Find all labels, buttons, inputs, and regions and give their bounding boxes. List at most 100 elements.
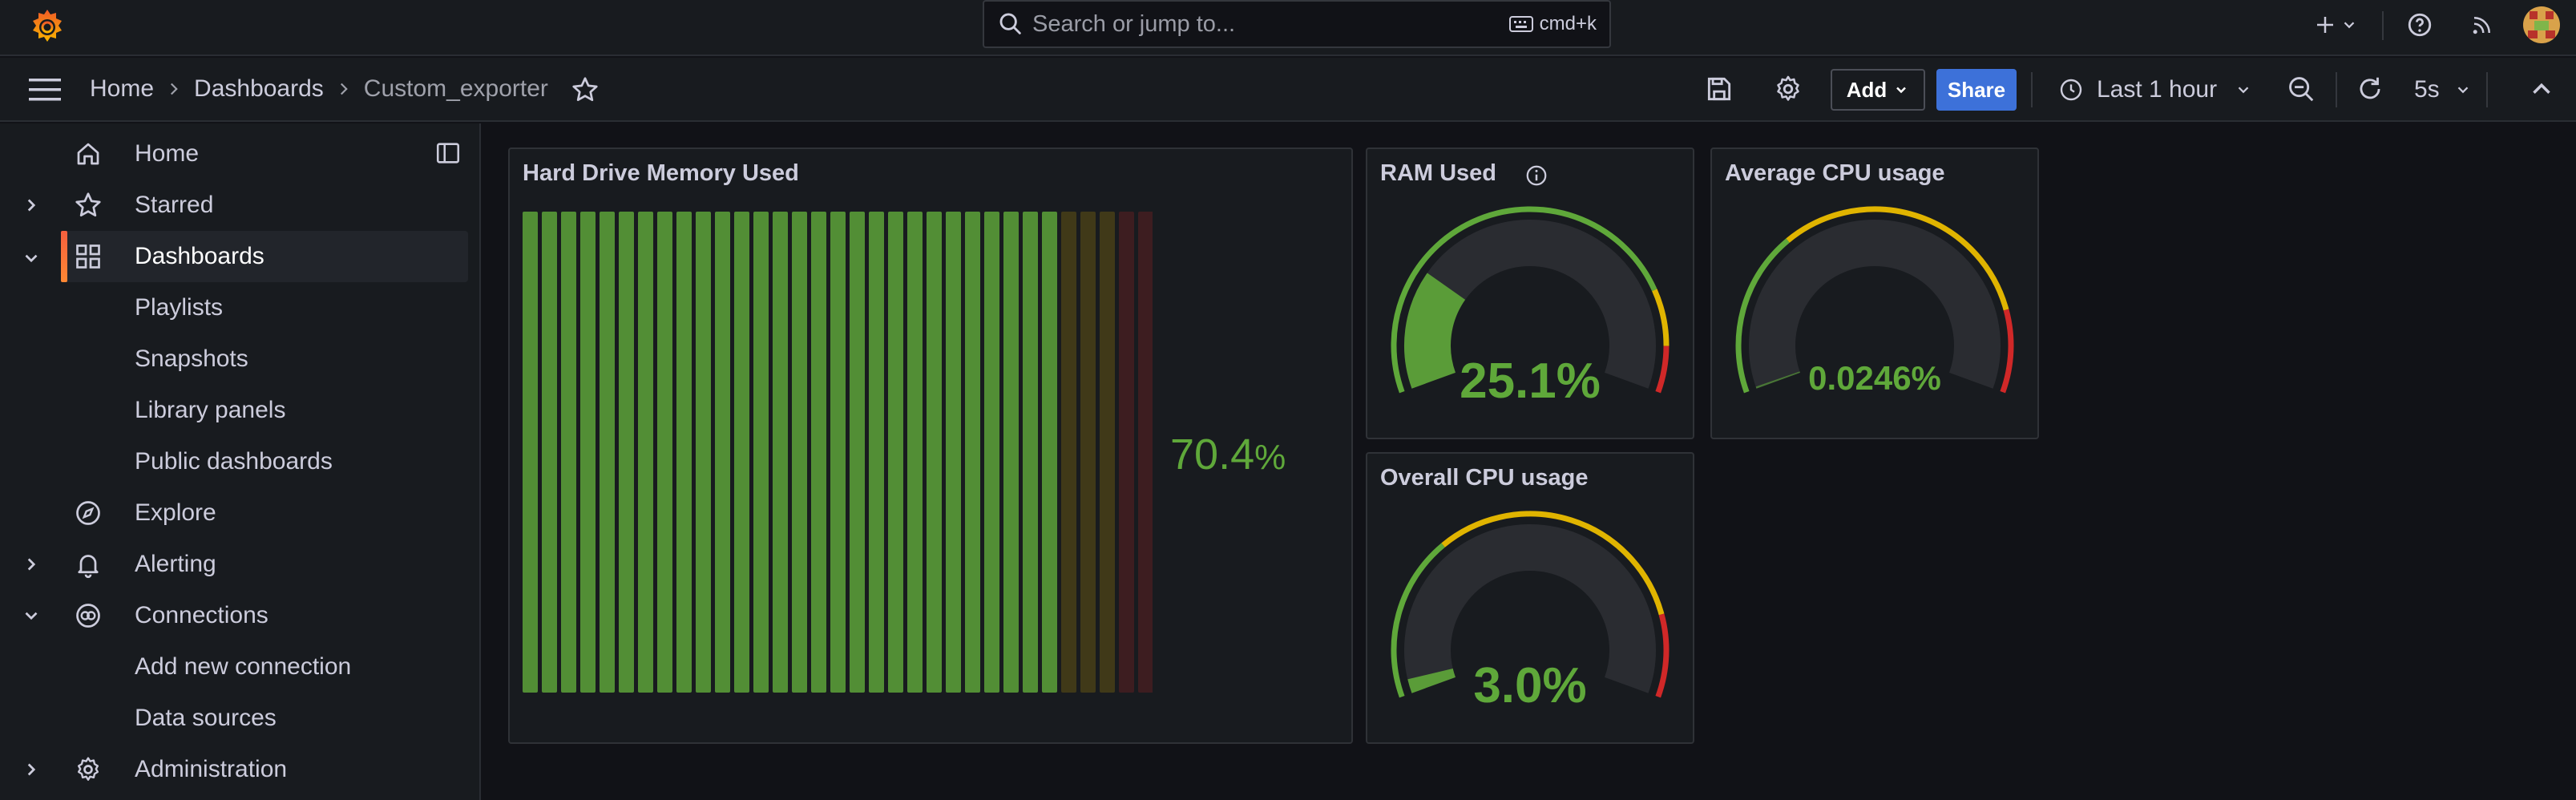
panel-ram-used[interactable]: RAM Used 25.1%: [1366, 147, 1694, 439]
sidebar-item-label: Home: [135, 140, 200, 167]
bar-gauge-segment: [1042, 212, 1057, 693]
gauge-value: 25.1%: [1460, 354, 1601, 409]
bar-gauge-segment: [946, 212, 961, 693]
bar-gauge-segment: [600, 212, 615, 693]
star-icon[interactable]: [571, 75, 600, 104]
bar-gauge-segment: [657, 212, 672, 693]
refresh-icon[interactable]: [2355, 74, 2385, 104]
help-button[interactable]: [2406, 0, 2433, 50]
time-range-label: Last 1 hour: [2097, 76, 2218, 103]
home-icon: [77, 143, 99, 165]
dashboard-nav-bar: Home Dashboards Custom_exporter Add Shar…: [0, 58, 2576, 122]
sidebar-item-label: Add new connection: [135, 653, 352, 680]
bar-gauge-segment: [715, 212, 730, 693]
bar-gauge-segment: [792, 212, 807, 693]
add-button[interactable]: Add: [1831, 69, 1925, 111]
panel-overall-cpu-usage[interactable]: Overall CPU usage 3.0%: [1366, 452, 1694, 744]
compass-icon: [76, 501, 100, 525]
sidebar-item-alerting[interactable]: Alerting: [0, 539, 468, 590]
bar-gauge-segment: [850, 212, 865, 693]
chevron-down-icon[interactable]: [21, 605, 42, 626]
chevron-right-icon[interactable]: [21, 554, 42, 575]
search-placeholder: Search or jump to...: [1032, 10, 1236, 37]
divider: [2031, 72, 2033, 107]
settings-icon[interactable]: [1773, 74, 1803, 104]
chevron-down-icon: [2238, 87, 2249, 94]
menu-icon[interactable]: [27, 75, 63, 104]
breadcrumb: Home Dashboards Custom_exporter: [90, 58, 548, 120]
add-label: Add: [1846, 77, 1888, 102]
top-bar: Search or jump to... cmd+k: [0, 0, 2576, 56]
keyboard-icon: [1508, 16, 1533, 32]
sidebar-item-playlists[interactable]: Playlists: [0, 282, 468, 333]
bar-gauge-segment: [523, 212, 538, 693]
bar-gauge-segment: [811, 212, 826, 693]
sidebar-item-label: Public dashboards: [135, 448, 333, 475]
sidebar-item-explore[interactable]: Explore: [0, 487, 468, 539]
sidebar-item-public-dashboards[interactable]: Public dashboards: [0, 436, 468, 487]
bar-gauge-segment: [753, 212, 769, 693]
sidebar-item-home[interactable]: Home: [0, 128, 468, 180]
bar-gauge-segment: [1138, 212, 1153, 693]
sidebar-item-data-sources[interactable]: Data sources: [0, 693, 468, 744]
bar-gauge-segment: [1003, 212, 1019, 693]
sidebar-item-add-new-connection[interactable]: Add new connection: [0, 641, 468, 693]
connections-icon: [76, 604, 100, 628]
divider: [2336, 72, 2337, 107]
bar-gauge-segment: [734, 212, 749, 693]
chevron-down-icon[interactable]: [21, 248, 42, 269]
bar-gauge-segment: [561, 212, 576, 693]
chevron-down-icon: [2344, 22, 2355, 29]
cog-icon: [77, 757, 99, 781]
sidebar-item-label: Administration: [135, 756, 288, 782]
share-label: Share: [1947, 77, 2006, 102]
news-button[interactable]: [2470, 0, 2494, 50]
info-icon[interactable]: [1524, 164, 1548, 188]
gauge-value: 0.0246%: [1808, 359, 1941, 397]
panel-title: Average CPU usage: [1725, 160, 1945, 186]
bar-gauge-segment: [580, 212, 596, 693]
sidebar-item-label: Connections: [135, 602, 269, 628]
bar-gauge-segment: [907, 212, 923, 693]
refresh-interval-label: 5s: [2414, 76, 2440, 103]
new-menu-button[interactable]: [2313, 0, 2358, 50]
refresh-interval-picker[interactable]: 5s: [2414, 69, 2472, 111]
breadcrumb-current: Custom_exporter: [363, 75, 548, 102]
sidebar-item-label: Explore: [135, 499, 216, 526]
sidebar-item-administration[interactable]: Administration: [0, 744, 468, 795]
bar-gauge-segment: [830, 212, 846, 693]
bar-gauge-value: 70.4%: [1170, 430, 1286, 479]
sidebar-item-connections[interactable]: Connections: [0, 590, 468, 641]
chevron-right-icon[interactable]: [21, 195, 42, 216]
time-range-picker[interactable]: Last 1 hour: [2058, 69, 2252, 111]
avatar[interactable]: [2523, 6, 2560, 43]
gauge-value: 3.0%: [1473, 658, 1587, 713]
search-shortcut: cmd+k: [1508, 13, 1597, 35]
bar-gauge-segment: [984, 212, 999, 693]
chevron-up-icon[interactable]: [2526, 74, 2557, 104]
bar-gauge-segment: [1119, 212, 1134, 693]
bar-gauge-segment: [773, 212, 788, 693]
sidebar-item-starred[interactable]: Starred: [0, 180, 468, 231]
panel-average-cpu-usage[interactable]: Average CPU usage 0.0246%: [1710, 147, 2039, 439]
bar-gauge-segment: [965, 212, 980, 693]
sidebar-item-dashboards[interactable]: Dashboards: [61, 231, 468, 282]
zoom-out-icon[interactable]: [2286, 74, 2316, 104]
bar-gauge: [523, 212, 1153, 693]
sidebar-item-label: Data sources: [135, 705, 277, 731]
sidebar-item-snapshots[interactable]: Snapshots: [0, 333, 468, 385]
panel-hard-drive-memory[interactable]: Hard Drive Memory Used 70.4%: [508, 147, 1353, 744]
sidebar-item-label: Playlists: [135, 294, 224, 321]
apps-icon: [76, 244, 100, 269]
star-icon: [75, 192, 101, 217]
gauge-threshold-arc: [1652, 289, 1670, 346]
sidebar-item-library-panels[interactable]: Library panels: [0, 385, 468, 436]
chevron-right-icon[interactable]: [21, 759, 42, 780]
breadcrumb-home[interactable]: Home: [90, 75, 154, 103]
panel-title: Overall CPU usage: [1380, 465, 1589, 491]
breadcrumb-dashboards[interactable]: Dashboards: [194, 75, 324, 103]
save-icon[interactable]: [1704, 74, 1734, 104]
share-button[interactable]: Share: [1936, 69, 2017, 111]
grafana-logo-icon[interactable]: [27, 7, 67, 47]
search-input[interactable]: Search or jump to... cmd+k: [983, 0, 1611, 48]
